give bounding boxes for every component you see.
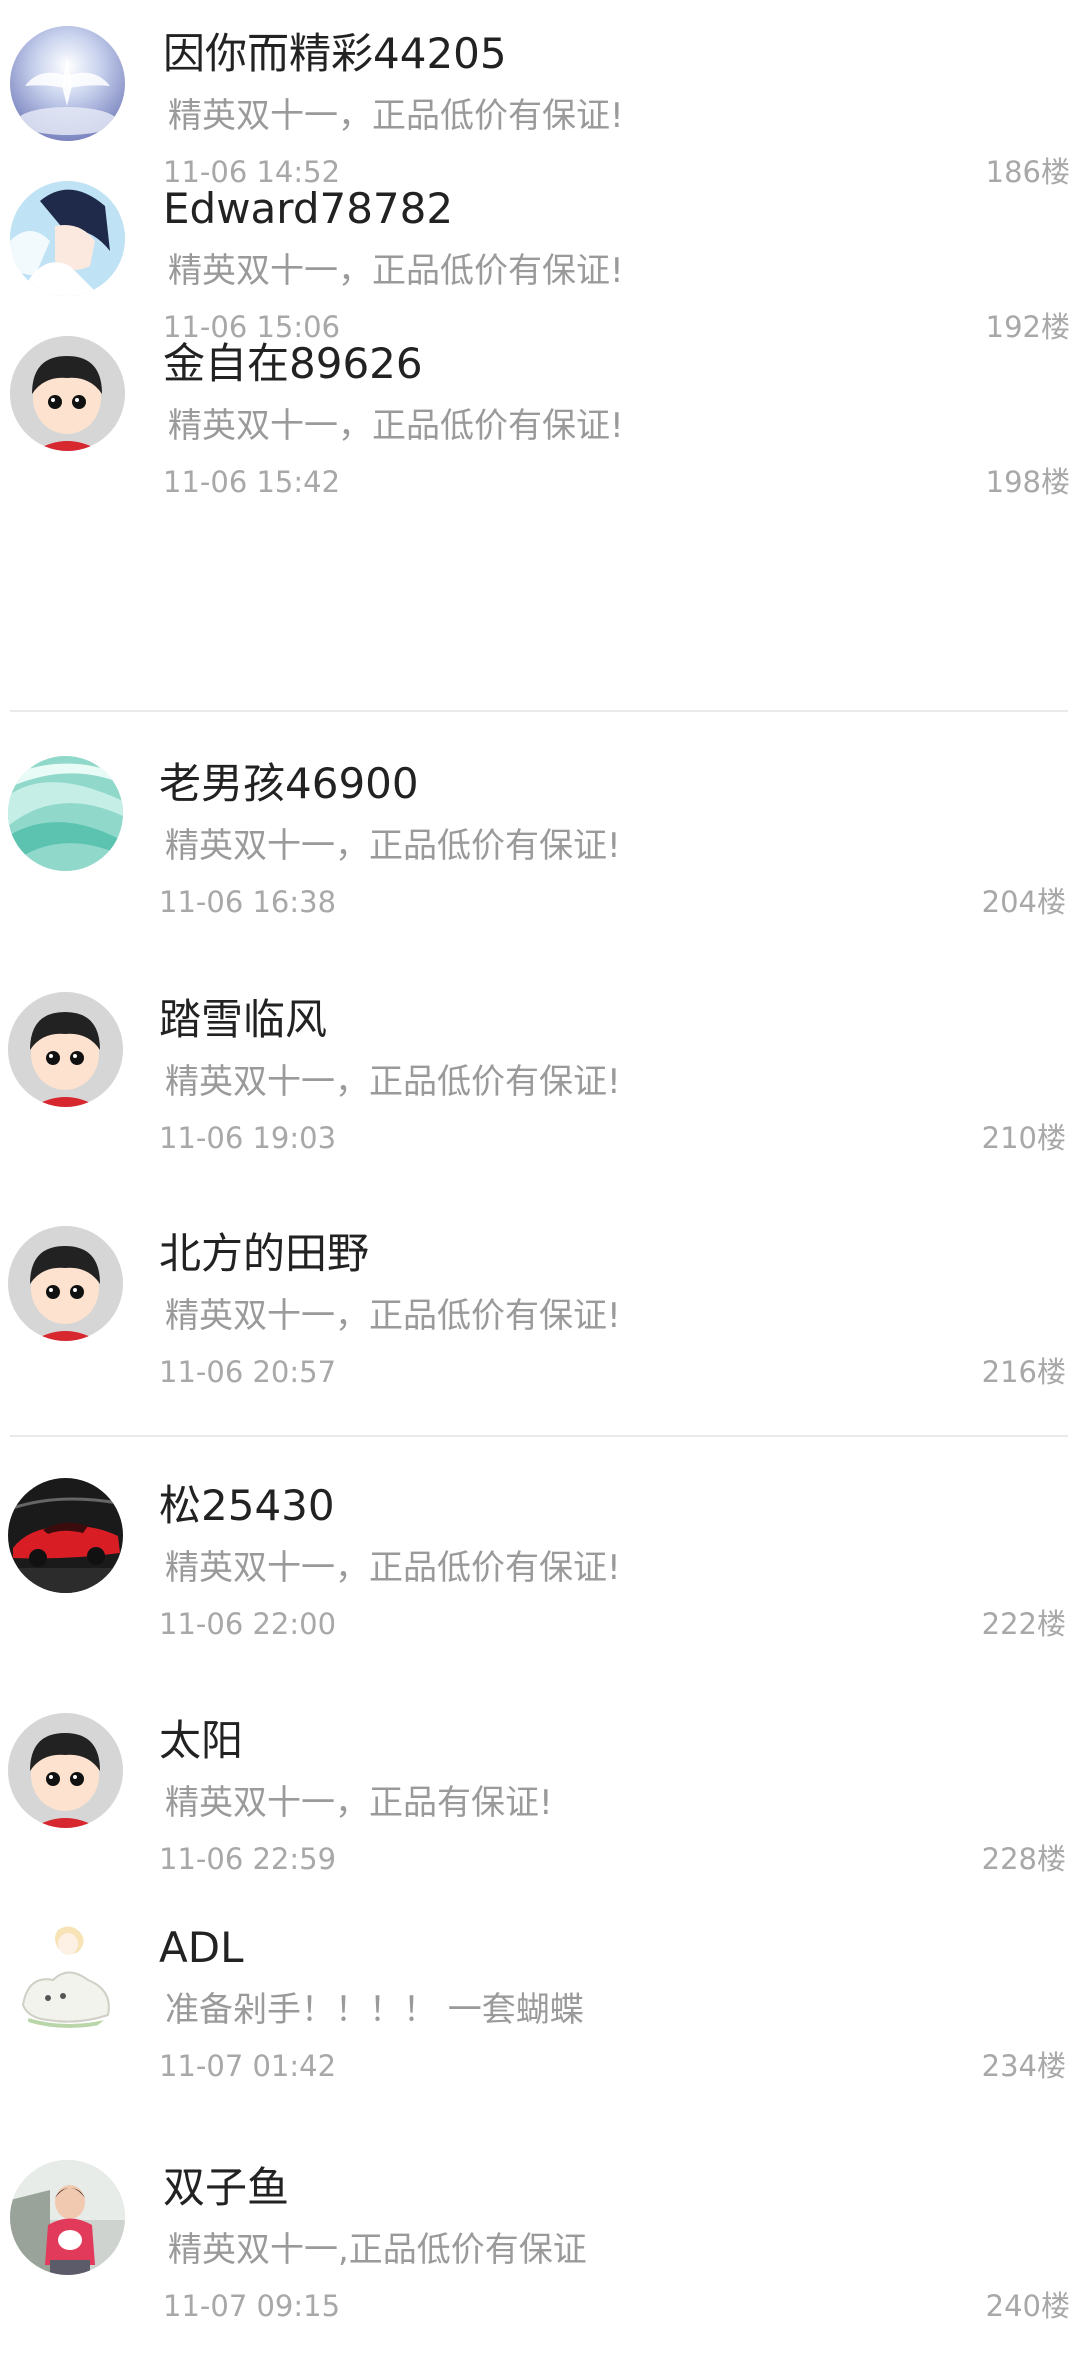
username[interactable]: 金自在89626 [163, 336, 423, 392]
floor-number: 228楼 [981, 1842, 1066, 1876]
reply-content: 准备剁手！！！！ 一套蝴蝶 [165, 1990, 584, 2030]
child-photo-avatar[interactable] [10, 2160, 125, 2275]
floor-number: 192楼 [985, 310, 1070, 344]
floor-number: 204楼 [981, 885, 1066, 919]
username[interactable]: 双子鱼 [163, 2160, 289, 2216]
username[interactable]: 踏雪临风 [159, 992, 327, 1048]
reply-content: 精英双十一，正品低价有保证! [168, 406, 624, 446]
username[interactable]: 松25430 [159, 1478, 335, 1534]
username[interactable]: 因你而精彩44205 [163, 26, 507, 82]
reply-content: 精英双十一，正品低价有保证! [168, 96, 624, 136]
username[interactable]: 太阳 [159, 1713, 243, 1769]
default-cartoon-avatar[interactable] [8, 992, 123, 1107]
username[interactable]: Edward78782 [163, 181, 453, 237]
username[interactable]: ADL [159, 1920, 243, 1976]
floor-number: 198楼 [985, 465, 1070, 499]
timestamp: 11-06 16:38 [159, 885, 337, 919]
floor-number: 240楼 [985, 2289, 1070, 2323]
timestamp: 11-07 01:42 [159, 2049, 337, 2083]
timestamp: 11-06 22:00 [159, 1607, 337, 1641]
reply-content: 精英双十一，正品低价有保证! [165, 826, 621, 866]
sketch-boy-dog-avatar[interactable] [8, 1920, 123, 2035]
mint-silk-avatar[interactable] [8, 756, 123, 871]
default-cartoon-avatar[interactable] [8, 1226, 123, 1341]
timestamp: 11-07 09:15 [163, 2289, 341, 2323]
timestamp: 11-06 20:57 [159, 1355, 337, 1389]
timestamp: 11-06 19:03 [159, 1121, 337, 1155]
floor-number: 186楼 [985, 155, 1070, 189]
floor-number: 222楼 [981, 1607, 1066, 1641]
username[interactable]: 老男孩46900 [159, 756, 419, 812]
reply-content: 精英双十一,正品低价有保证 [168, 2230, 587, 2270]
section-divider [10, 1435, 1068, 1437]
username[interactable]: 北方的田野 [159, 1226, 369, 1282]
reply-list: 因你而精彩44205 精英双十一，正品低价有保证! 11-06 14:52 18… [0, 0, 1080, 2370]
floor-number: 210楼 [981, 1121, 1066, 1155]
reply-content: 精英双十一，正品低价有保证! [165, 1296, 621, 1336]
timestamp: 11-06 15:42 [163, 465, 341, 499]
default-cartoon-avatar[interactable] [8, 1713, 123, 1828]
reply-content: 精英双十一，正品低价有保证! [165, 1062, 621, 1102]
default-cartoon-avatar[interactable] [10, 336, 125, 451]
floor-number: 234楼 [981, 2049, 1066, 2083]
floor-number: 216楼 [981, 1355, 1066, 1389]
timestamp: 11-06 22:59 [159, 1842, 337, 1876]
sky-wings-avatar[interactable] [10, 26, 125, 141]
reply-content: 精英双十一，正品有保证! [165, 1783, 553, 1823]
section-divider [10, 710, 1068, 712]
reply-content: 精英双十一，正品低价有保证! [168, 251, 624, 291]
reply-content: 精英双十一，正品低价有保证! [165, 1548, 621, 1588]
anime-boy-avatar[interactable] [10, 181, 125, 296]
red-sports-car-avatar[interactable] [8, 1478, 123, 1593]
